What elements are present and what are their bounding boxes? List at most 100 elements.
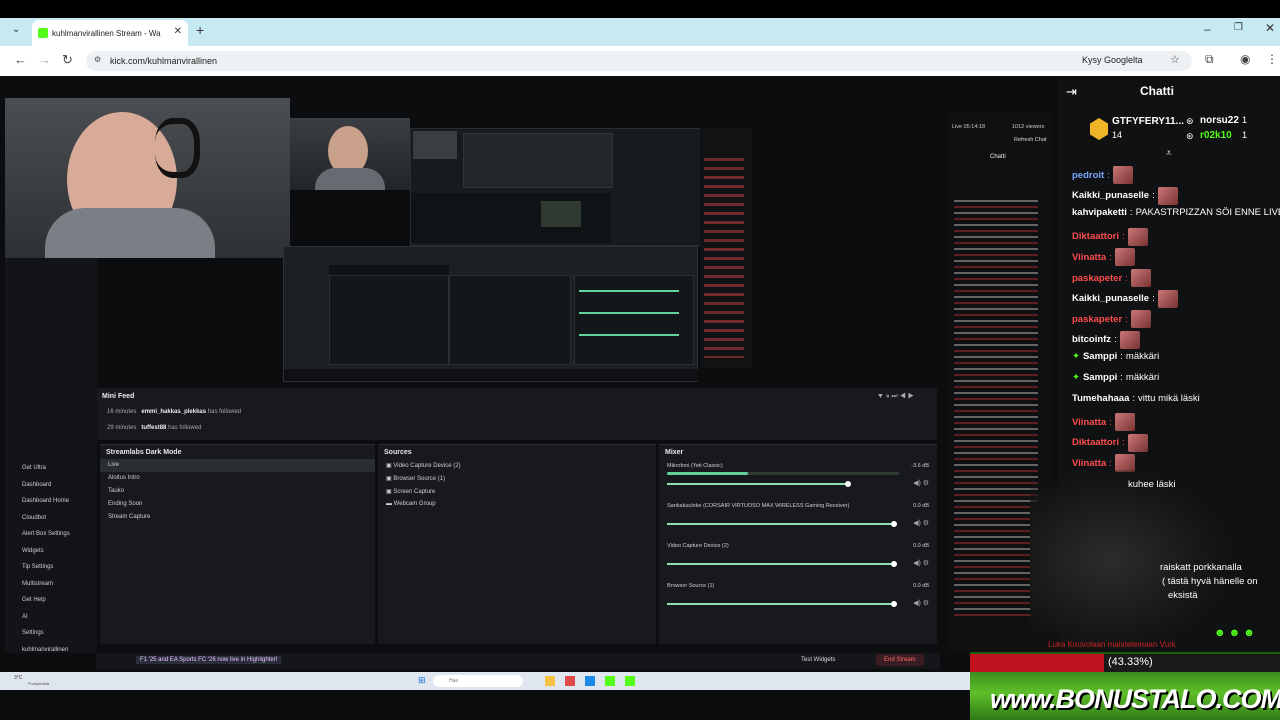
gifter-name[interactable]: r02k10	[1200, 130, 1232, 141]
scene-item[interactable]: Live	[100, 459, 375, 472]
volume-slider[interactable]	[667, 563, 894, 565]
chat-username[interactable]: kahvipaketti	[1072, 207, 1127, 218]
scene-item[interactable]: Aloitus Intro	[100, 472, 375, 485]
minimize-icon[interactable]: –	[1204, 22, 1211, 36]
mixer-channel-name: Sankakuuloke (CORSAIR VIRTUOSO MAX WIREL…	[667, 503, 850, 509]
feed-action: has followed	[168, 425, 202, 431]
mixer-channel: Sankakuuloke (CORSAIR VIRTUOSO MAX WIREL…	[667, 503, 929, 533]
chat-username[interactable]: Samppi	[1083, 372, 1117, 383]
chat-username[interactable]: bitcoinfz	[1072, 334, 1111, 345]
source-item[interactable]: ▣ Screen Capture	[378, 485, 656, 498]
leftnav-item[interactable]: kuhlmanvirallinen	[6, 647, 94, 664]
leftnav-item[interactable]: Dashboard	[6, 482, 94, 499]
nested-sources	[449, 275, 571, 365]
webcam-feed	[5, 98, 290, 258]
chat-username[interactable]: Diktaattori	[1072, 437, 1119, 448]
expand-gifters-icon[interactable]: ⩡	[1166, 148, 1172, 159]
tab-title: kuhlmanvirallinen Stream - Wa	[52, 28, 161, 38]
mixer-channel-db: 0.0 dB	[913, 583, 929, 589]
address-bar[interactable]: ⚙ kick.com/kuhlmanvirallinen Kysy Google…	[86, 51, 1192, 71]
volume-knob[interactable]	[845, 481, 851, 487]
leftnav-item[interactable]: Dashboard Home	[6, 498, 94, 515]
forward-icon[interactable]: →	[38, 52, 51, 67]
scene-item[interactable]: Stream Capture	[100, 511, 375, 524]
scene-item[interactable]: Ending Soon	[100, 498, 375, 511]
tab-list-icon[interactable]: ⌄	[12, 24, 20, 35]
collapse-chat-icon[interactable]: ⇥	[1066, 84, 1077, 100]
close-window-icon[interactable]: ✕	[1265, 21, 1275, 35]
emote-picker-icon[interactable]: ☻ ☻ ☻	[1214, 627, 1255, 639]
nested-chat	[700, 128, 752, 368]
mute-icon[interactable]: ◀) ⚙	[913, 599, 929, 607]
mute-icon[interactable]: ◀) ⚙	[913, 559, 929, 567]
end-stream-button[interactable]: End Stream	[876, 654, 924, 666]
leftnav-item[interactable]: Get Help	[6, 597, 94, 614]
volume-knob[interactable]	[891, 521, 897, 527]
mixer-panel: Mixer Mikrofoni (Yeti Classic) -3.6 dB ◀) …	[659, 444, 937, 644]
new-tab-button[interactable]: +	[196, 22, 204, 38]
source-label: Webcam Group	[393, 501, 436, 507]
source-item[interactable]: ▣ Browser Source (1)	[378, 472, 656, 485]
leftnav-item[interactable]: Cloudbot	[6, 515, 94, 532]
source-item[interactable]: ▬ Webcam Group	[378, 498, 656, 511]
refresh-chat-button[interactable]: Refresh Chat	[1014, 137, 1046, 143]
extensions-icon[interactable]: ⧉	[1205, 52, 1214, 67]
status-ticker[interactable]: F1 '25 and EA Sports FC '26 now live in …	[136, 656, 282, 664]
windows-start-icon[interactable]: ⊞	[418, 675, 426, 686]
site-info-icon[interactable]: ⚙	[94, 55, 101, 64]
chat-colon: :	[1121, 437, 1125, 449]
gifter-name[interactable]: norsu22	[1200, 115, 1239, 126]
chat-message: paskapeter:	[1072, 310, 1151, 329]
restore-icon[interactable]: ❐	[1234, 22, 1243, 33]
chat-username[interactable]: Viinatta	[1072, 252, 1106, 263]
test-widgets-button[interactable]: Test Widgets	[801, 657, 835, 663]
feed-controls-icon[interactable]: ▼ ⏸ ⏭ ◀ ▶	[877, 393, 914, 401]
back-icon[interactable]: ←	[14, 52, 27, 67]
close-tab-icon[interactable]: ✕	[174, 26, 182, 37]
ask-google-button[interactable]: Kysy Googlelta	[1082, 55, 1143, 65]
taskbar-apps[interactable]	[545, 676, 645, 686]
volume-knob[interactable]	[891, 601, 897, 607]
leftnav-item[interactable]: Settings	[6, 630, 94, 647]
leftnav-item[interactable]: Multistream	[6, 581, 94, 598]
volume-slider[interactable]	[667, 483, 848, 485]
chat-message: bitcoinfz:	[1072, 330, 1140, 349]
emote-icon	[1130, 310, 1151, 329]
leftnav-item[interactable]: Tip Settings	[6, 564, 94, 581]
chat-username[interactable]: paskapeter	[1072, 273, 1122, 284]
chat-username[interactable]: Diktaattori	[1072, 231, 1119, 242]
profile-icon[interactable]: ◉	[1240, 52, 1250, 66]
chat-username[interactable]: Viinatta	[1072, 458, 1106, 469]
bookmark-star-icon[interactable]: ☆	[1170, 53, 1180, 66]
nested-bar	[579, 312, 679, 314]
gift-icon: ⊛	[1186, 131, 1194, 141]
weather-temp: 3°C	[14, 675, 23, 681]
scene-item[interactable]: Tauko	[100, 485, 375, 498]
chat-username[interactable]: Tumehahaaa	[1072, 393, 1129, 404]
chat-username[interactable]: Kaikki_punaselle	[1072, 190, 1149, 201]
menu-icon[interactable]: ⋮	[1266, 52, 1278, 66]
volume-knob[interactable]	[891, 561, 897, 567]
taskbar-search[interactable]: Hae	[433, 675, 523, 687]
leftnav-item[interactable]: Alert Box Settings	[6, 531, 94, 548]
chat-username[interactable]: Samppi	[1083, 351, 1117, 362]
chat-message: kahvipaketti: PAKASTRPIZZAN SÖI ENNE LIVE…	[1072, 207, 1280, 218]
chat-username[interactable]: pedroit	[1072, 170, 1104, 181]
mute-icon[interactable]: ◀) ⚙	[913, 519, 929, 527]
leftnav-item[interactable]: Widgets	[6, 548, 94, 565]
leftnav-item[interactable]: Get Ultra	[6, 465, 94, 482]
feed-time: 29 minutes	[107, 425, 137, 431]
feed-user: emmi_hakkas_plekkas	[141, 409, 207, 415]
chat-username[interactable]: paskapeter	[1072, 314, 1122, 325]
chat-username[interactable]: Kaikki_punaselle	[1072, 293, 1149, 304]
reload-icon[interactable]: ↻	[62, 52, 73, 68]
volume-slider[interactable]	[667, 523, 894, 525]
tab-kick-stream[interactable]: kuhlmanvirallinen Stream - Wa ✕	[32, 20, 188, 46]
leftnav-item[interactable]: AI	[6, 614, 94, 631]
volume-slider[interactable]	[667, 603, 894, 605]
mute-icon[interactable]: ◀) ⚙	[913, 479, 929, 487]
top-gifter-name[interactable]: GTFYFERY11...	[1112, 116, 1184, 127]
chat-username[interactable]: Viinatta	[1072, 417, 1106, 428]
source-item[interactable]: ▣ Video Capture Device (2)	[378, 459, 656, 472]
feed-item: 16 minutes emmi_hakkas_plekkas has follo…	[107, 409, 241, 415]
